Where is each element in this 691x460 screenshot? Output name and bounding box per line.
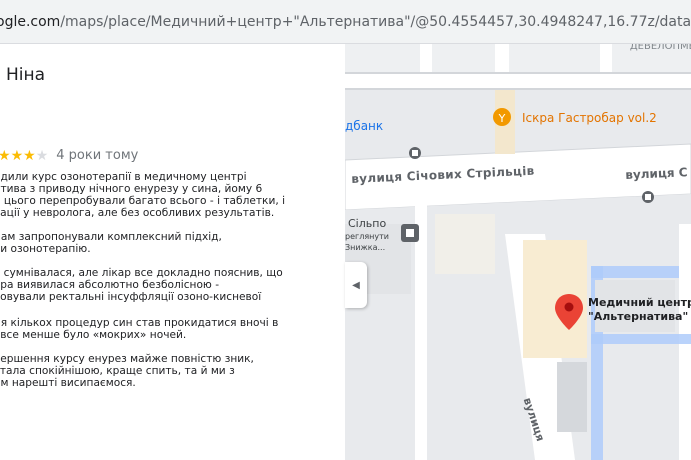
review-line: ля кількох процедур син став прокидатися… (0, 317, 279, 329)
review-rating: ★ ★ ★ ★ 4 роки тому (0, 148, 138, 163)
review-line: нам запропонували комплексний підхід, (0, 231, 222, 243)
review-line: стала спокійнішою, краще спить, та й ми … (0, 365, 235, 377)
review-line: о цього перепробували багато всього - і … (0, 195, 286, 207)
svg-text:Y: Y (498, 112, 506, 125)
review-paragraph: нам запропонували комплексний підхід, чи… (0, 231, 342, 255)
map-label-shop-sub2: Знижка... (345, 243, 386, 252)
map-label-shop-sub1: реглянути (345, 232, 389, 241)
chevron-left-icon: ◀ (352, 279, 360, 291)
map-label-shop[interactable]: Сільпо (348, 217, 386, 230)
review-line: у сумнівалася, але лікар все докладно по… (0, 267, 283, 279)
map-label-top: ДЕВЕЛОПМЕ (629, 44, 691, 52)
star-icon: ★ (10, 147, 24, 164)
bus-stop-icon[interactable] (642, 191, 654, 203)
url-path: /maps/place/Медичний+центр+"Альтернатива… (60, 13, 691, 30)
review-text: одили курс озонотерапії в медичному цент… (0, 171, 342, 401)
review-paragraph: у сумнівалася, але лікар все докладно по… (0, 267, 342, 303)
star-empty-icon: ★ (35, 147, 49, 164)
review-line: ом нарешті висипаємося. (0, 377, 136, 389)
review-line: чи озонотерапію. (0, 243, 91, 255)
map-label-street-right: вулиця С (625, 165, 688, 182)
map-view[interactable]: Y ДЕВЕЛОПМЕ дбанк Іскра Гастробар vol.2 … (345, 44, 691, 460)
star-icon: ★ (23, 147, 36, 164)
collapse-panel-button[interactable]: ◀ (345, 262, 367, 308)
reviewer-name[interactable]: Ніна (6, 65, 45, 85)
restaurant-icon[interactable]: Y (493, 108, 511, 126)
review-line: товували ректальні інсуффляції озоно-кис… (0, 291, 262, 303)
review-line: і все менше було «мокрих» ночей. (0, 329, 187, 341)
review-paragraph: вершення курсу енурез майже повністю зни… (0, 353, 342, 389)
map-canvas: Y (345, 44, 691, 460)
map-label-place-line1[interactable]: Медичний центр (588, 296, 691, 309)
review-panel: Ніна ★ ★ ★ ★ 4 роки тому одили курс озон… (0, 44, 345, 460)
address-bar[interactable]: ogle.com/maps/place/Медичний+центр+"Альт… (0, 0, 691, 44)
star-icon: ★ (0, 147, 11, 164)
review-paragraph: ля кількох процедур син став прокидатися… (0, 317, 342, 341)
url-host: ogle.com (0, 13, 61, 30)
review-line: вершення курсу енурез майже повністю зни… (0, 353, 254, 365)
review-date: 4 роки тому (56, 148, 139, 163)
shop-icon[interactable] (401, 224, 419, 242)
review-line: ура виявилася абсолютно безболісною - (0, 279, 220, 291)
bus-stop-icon[interactable] (409, 147, 421, 159)
review-paragraph: одили курс озонотерапії в медичному цент… (0, 171, 342, 219)
review-line: одили курс озонотерапії в медичному цент… (0, 171, 247, 183)
review-line: тації у невролога, але без особливих рез… (0, 207, 275, 219)
review-line: атива з приводу нічного енурезу у сина, … (0, 183, 263, 195)
map-label-restaurant[interactable]: Іскра Гастробар vol.2 (522, 111, 657, 125)
map-label-place-line2[interactable]: "Альтернатива" (588, 310, 688, 323)
map-label-bank[interactable]: дбанк (345, 119, 383, 133)
url-text[interactable]: ogle.com/maps/place/Медичний+центр+"Альт… (0, 14, 691, 30)
